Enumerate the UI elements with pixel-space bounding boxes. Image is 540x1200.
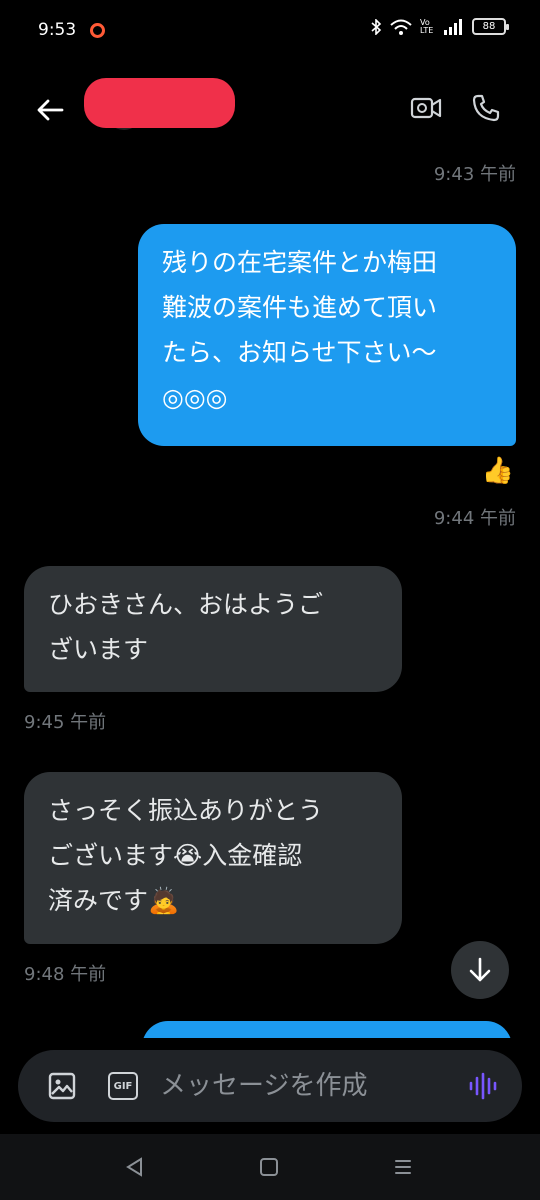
signal-icon: [444, 18, 462, 35]
system-navigation-bar: [0, 1134, 540, 1200]
sent-message-bubble-partial[interactable]: [142, 1021, 512, 1038]
recording-indicator-icon: [90, 23, 105, 38]
scroll-to-bottom-button[interactable]: [451, 941, 509, 999]
audio-waveform-icon: [469, 1072, 497, 1100]
bluetooth-icon: [371, 18, 382, 35]
back-button[interactable]: [30, 90, 70, 130]
nav-recents-button[interactable]: [388, 1152, 418, 1182]
thumbs-up-reaction-icon[interactable]: 👍: [482, 456, 514, 486]
message-timestamp: 9:48 午前: [24, 964, 107, 985]
sent-message-bubble[interactable]: 残りの在宅案件とか梅田 難波の案件も進めて頂い たら、お知らせ下さい〜 ◎◎◎: [138, 224, 516, 446]
conversation-header: [0, 72, 540, 148]
message-list[interactable]: 9:43 午前 残りの在宅案件とか梅田 難波の案件も進めて頂い たら、お知らせ下…: [0, 150, 540, 1038]
voice-message-button[interactable]: [464, 1070, 500, 1102]
redacted-contact-name: [84, 78, 235, 128]
nav-back-button[interactable]: [120, 1152, 150, 1182]
message-composer: GIF: [18, 1050, 522, 1122]
message-input[interactable]: [160, 1064, 460, 1108]
received-message-bubble[interactable]: ひおきさん、おはようご ざいます: [24, 566, 402, 692]
phone-icon: [472, 94, 500, 122]
video-call-button[interactable]: [408, 90, 444, 126]
triangle-back-icon: [126, 1157, 142, 1177]
nav-home-button[interactable]: [254, 1152, 284, 1182]
status-icons: Vo LTE 88: [370, 17, 509, 35]
square-home-icon: [260, 1158, 278, 1176]
volte-label: Vo LTE: [420, 17, 434, 35]
voice-call-button[interactable]: [466, 88, 506, 128]
wifi-icon: [390, 19, 412, 35]
add-photo-button[interactable]: [46, 1070, 78, 1102]
message-timestamp: 9:43 午前: [433, 164, 516, 185]
received-message-bubble[interactable]: さっそく振込ありがとう ございます😭入金確認 済みです🙇: [24, 772, 402, 944]
menu-lines-icon: [395, 1160, 411, 1174]
gif-button[interactable]: GIF: [108, 1072, 138, 1100]
battery-icon: 88: [472, 18, 509, 35]
video-camera-icon: [410, 97, 442, 119]
arrow-down-icon: [469, 957, 491, 982]
back-arrow-icon: [37, 99, 64, 121]
message-timestamp: 9:44 午前: [433, 508, 516, 529]
message-timestamp: 9:45 午前: [24, 712, 107, 733]
image-icon: [48, 1072, 76, 1100]
status-time: 9:53: [38, 20, 77, 40]
status-bar: 9:53 Vo LTE 88: [0, 0, 540, 62]
